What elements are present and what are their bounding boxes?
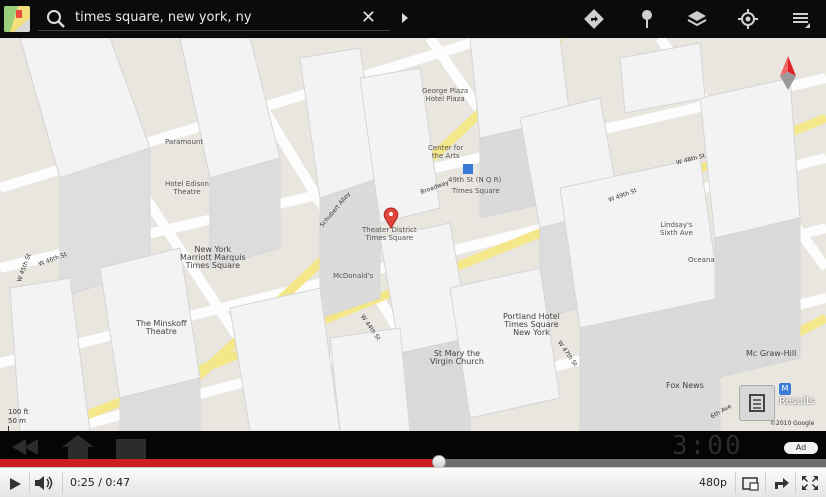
quality-selector[interactable]: 480p	[699, 476, 727, 489]
map-label: New York Marriott Marquis Times Square	[180, 245, 246, 270]
map-label: Portland Hotel Times Square New York	[503, 312, 560, 337]
map-label: St Mary the Virgin Church	[430, 349, 484, 366]
map-view[interactable]: Paramount Hotel Edison Theatre New York …	[0, 38, 826, 431]
layers-icon[interactable]	[686, 8, 710, 32]
divider	[62, 472, 63, 494]
map-label: Lindsay's Sixth Ave	[660, 221, 693, 237]
search-go-icon[interactable]	[400, 10, 410, 29]
menu-icon[interactable]	[790, 8, 814, 32]
map-scale: 100 ft 50 m	[8, 408, 73, 431]
results-button[interactable]: M Results	[739, 383, 817, 423]
clear-search-icon[interactable]: ✕	[361, 9, 376, 27]
share-icon[interactable]	[772, 475, 790, 495]
video-progress-bar[interactable]	[0, 455, 826, 469]
map-label: Hotel Edison Theatre	[165, 180, 209, 196]
back-icon	[10, 437, 46, 461]
ad-badge: Ad	[784, 442, 818, 454]
search-underline	[38, 30, 390, 31]
map-label: The Minskoff Theatre	[136, 319, 187, 336]
fullscreen-icon[interactable]	[801, 475, 819, 495]
subway-icon	[463, 164, 473, 174]
map-label: 49th St (N Q R)	[448, 176, 502, 184]
divider	[735, 472, 736, 494]
search-box[interactable]: times square, new york, ny ✕	[38, 4, 390, 34]
maps-toolbar: times square, new york, ny ✕	[0, 0, 826, 38]
list-icon	[739, 385, 775, 421]
map-label: McDonald's	[333, 272, 374, 280]
scale-feet: 100 ft	[8, 408, 29, 416]
divider	[765, 472, 766, 494]
android-system-bar: 3:00 Ad	[0, 431, 826, 461]
maps-app-icon[interactable]	[4, 6, 30, 32]
progress-fill	[0, 459, 440, 467]
divider	[795, 472, 796, 494]
popout-icon[interactable]	[742, 476, 760, 495]
map-label: George Plaza Hotel Plaza	[422, 87, 469, 103]
scale-meters: 50 m	[8, 417, 26, 425]
map-label: Fox News	[666, 381, 704, 390]
directions-icon[interactable]	[583, 8, 607, 32]
map-label: Times Square	[452, 187, 500, 195]
results-label: Results	[779, 396, 816, 407]
subway-badge-icon: M	[779, 383, 791, 395]
player-controls: 0:25 / 0:47 480p	[0, 467, 826, 497]
map-label: Center for the Arts	[428, 144, 464, 160]
map-label: Oceana	[688, 256, 715, 264]
map-label: Mc Graw-Hill	[746, 349, 797, 358]
time-display: 0:25 / 0:47	[70, 476, 131, 489]
volume-icon[interactable]	[34, 475, 56, 495]
play-icon[interactable]	[8, 476, 22, 495]
system-clock: 3:00	[672, 431, 743, 461]
my-location-icon[interactable]	[737, 8, 761, 32]
map-label: Paramount	[165, 138, 204, 146]
map-label: Theater District Times Square	[362, 226, 417, 242]
places-icon[interactable]	[636, 8, 660, 32]
search-input[interactable]: times square, new york, ny	[75, 10, 252, 25]
divider	[29, 472, 30, 494]
map-copyright: ©2010 Google	[770, 420, 815, 427]
